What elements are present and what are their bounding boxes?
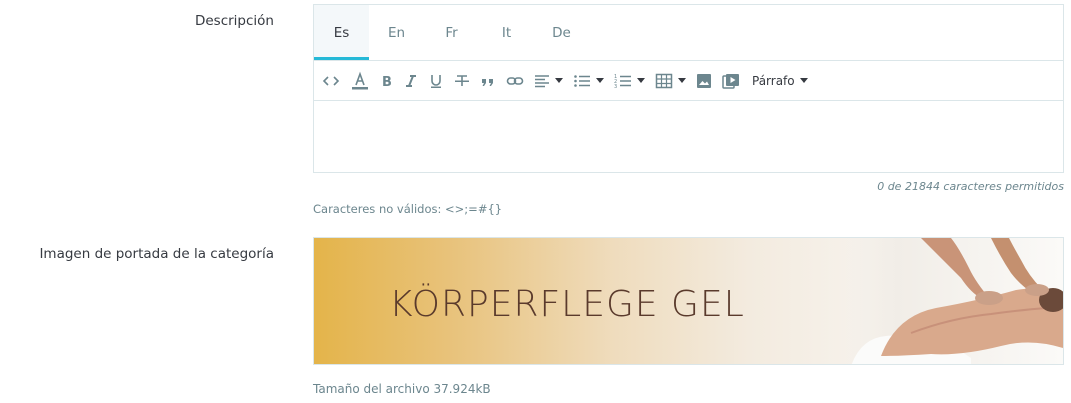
bullet-list-icon[interactable] — [573, 68, 604, 94]
format-select-label: Párrafo — [752, 73, 795, 88]
tab-de[interactable]: De — [534, 5, 589, 60]
format-select[interactable]: Párrafo — [752, 68, 808, 94]
media-icon[interactable] — [722, 68, 740, 94]
language-tabs: Es En Fr It De — [314, 5, 1063, 61]
invalid-characters-note: Caracteres no válidos: <>;=#{} — [313, 202, 503, 216]
numbered-list-icon[interactable]: 123 — [614, 68, 645, 94]
code-icon[interactable] — [322, 68, 340, 94]
bold-icon[interactable]: B — [380, 68, 394, 94]
svg-text:B: B — [382, 75, 392, 88]
strikethrough-icon[interactable] — [454, 68, 470, 94]
image-icon[interactable] — [696, 68, 712, 94]
tab-fr[interactable]: Fr — [424, 5, 479, 60]
underline-icon[interactable] — [428, 68, 444, 94]
align-icon[interactable] — [534, 68, 563, 94]
file-size-text: Tamaño del archivo 37.924kB — [313, 382, 491, 396]
link-icon[interactable] — [506, 68, 524, 94]
tab-es[interactable]: Es — [314, 5, 369, 60]
cover-image-text: KÖRPERFLEGE GEL — [389, 284, 745, 325]
description-label: Descripción — [194, 13, 274, 29]
character-counter: 0 de 21844 caracteres permitidos — [877, 180, 1064, 193]
blockquote-icon[interactable] — [480, 68, 496, 94]
text-color-icon[interactable] — [350, 68, 370, 94]
massage-photo — [841, 238, 1063, 364]
editor-toolbar: B 123 Párrafo — [314, 61, 1063, 101]
svg-text:3: 3 — [614, 84, 617, 89]
tab-en[interactable]: En — [369, 5, 424, 60]
table-icon[interactable] — [655, 68, 686, 94]
tab-it[interactable]: It — [479, 5, 534, 60]
italic-icon[interactable] — [404, 68, 418, 94]
chevron-down-icon — [799, 78, 808, 83]
cover-image: KÖRPERFLEGE GEL — [313, 237, 1064, 365]
rich-text-editor: Es En Fr It De B 1 2 3 Párrafo — [313, 4, 1064, 173]
cover-image-label: Imagen de portada de la categoría — [39, 246, 274, 262]
description-content-area[interactable] — [314, 101, 1063, 172]
